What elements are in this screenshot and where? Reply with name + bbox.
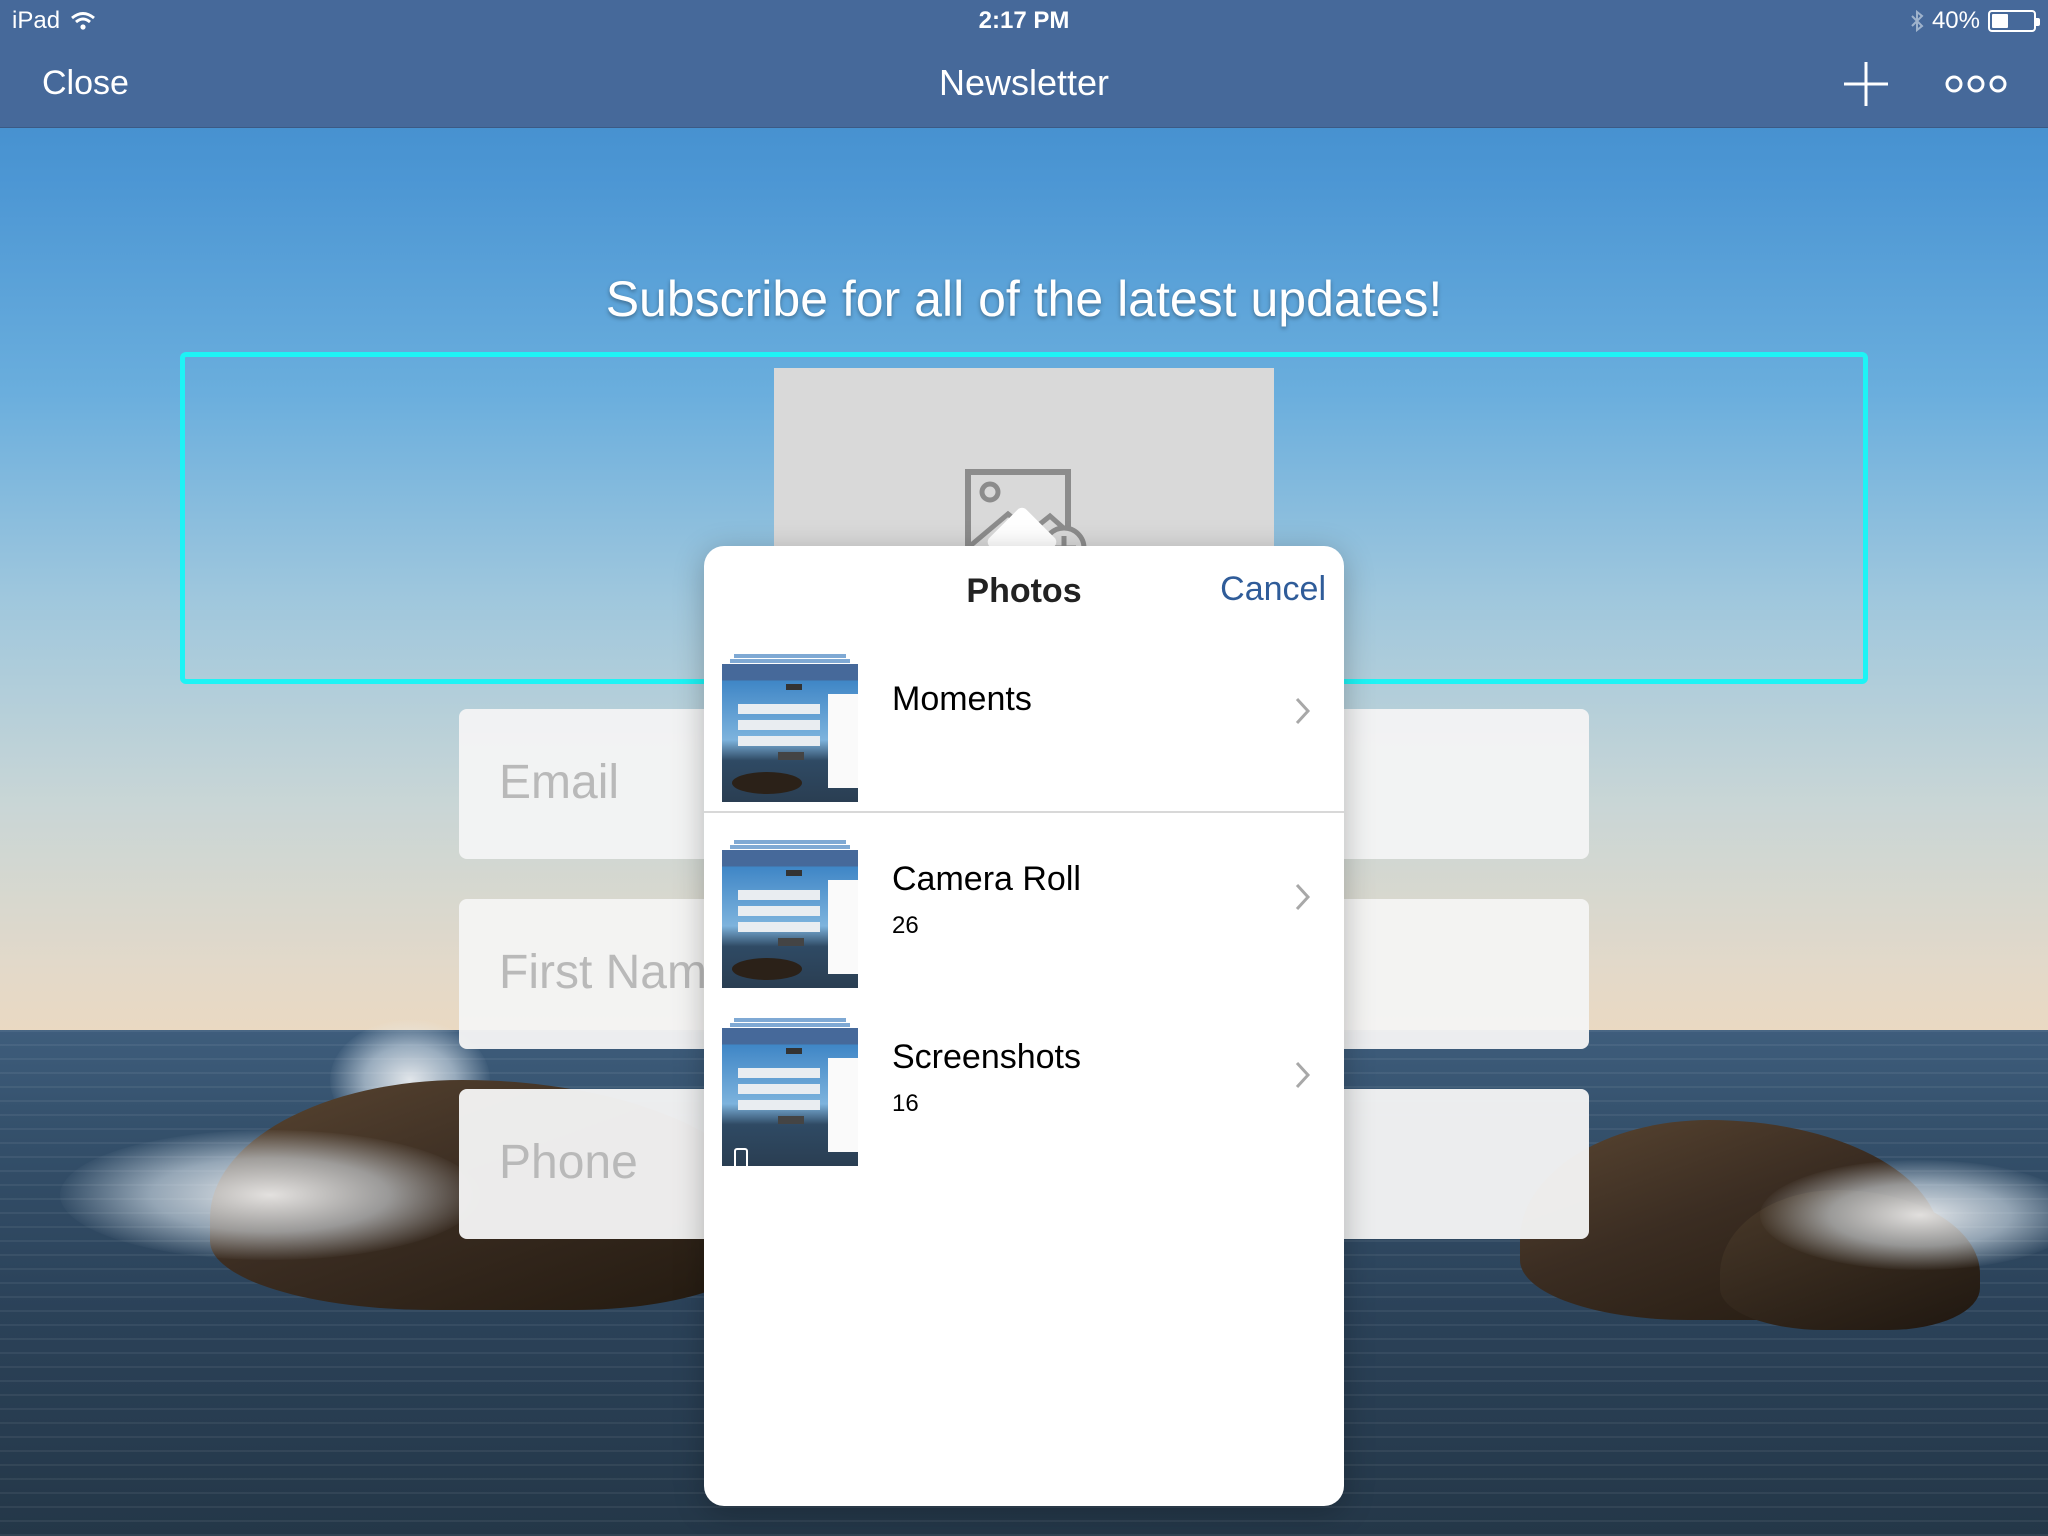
thumb-detail: [828, 1058, 858, 1152]
thumb-stack: [734, 654, 846, 658]
album-screenshots[interactable]: Screenshots 16: [704, 1004, 1344, 1184]
thumb-detail: [732, 772, 802, 794]
thumb-detail: [778, 752, 804, 760]
iphone-icon: [734, 1148, 748, 1166]
nav-title: Newsletter: [938, 62, 1110, 103]
plus-icon: [1844, 62, 1888, 106]
thumb-image: [722, 664, 858, 802]
more-button[interactable]: [1944, 66, 2008, 102]
wave-foam: [60, 1130, 480, 1260]
cancel-button[interactable]: Cancel: [1220, 570, 1326, 609]
album-name: Moments: [892, 680, 1032, 718]
nav-bar: Close Newsletter: [0, 40, 2048, 128]
album-thumbnail: [722, 1018, 858, 1166]
album-count: 16: [892, 1090, 919, 1117]
thumb-detail: [738, 1084, 820, 1094]
bluetooth-icon: [1911, 9, 1924, 33]
thumb-detail: [732, 958, 802, 980]
thumb-detail: [786, 684, 802, 690]
thumb-detail: [828, 694, 858, 788]
chevron-right-icon: [1295, 697, 1311, 725]
thumb-detail: [738, 736, 820, 746]
album-thumbnail: [722, 840, 858, 988]
thumb-detail: [738, 1068, 820, 1078]
chevron-right-icon: [1295, 883, 1311, 911]
battery-percent: 40%: [1931, 7, 1980, 34]
thumb-stack: [730, 659, 850, 663]
thumb-detail: [738, 1100, 820, 1110]
thumb-image: [722, 1028, 858, 1166]
battery-icon: [1988, 10, 2040, 32]
status-time: 2:17 PM: [978, 7, 1070, 34]
thumb-detail: [786, 870, 802, 876]
album-count: 26: [892, 912, 919, 939]
thumb-detail: [738, 890, 820, 900]
divider: [704, 811, 1344, 813]
page-headline: Subscribe for all of the latest updates!: [605, 271, 1443, 327]
thumb-stack: [730, 1023, 850, 1027]
thumb-detail: [778, 1116, 804, 1124]
thumb-image: [722, 850, 858, 988]
chevron-right-icon: [1295, 1061, 1311, 1089]
status-bar: iPad 2:17 PM 40%: [0, 0, 2048, 40]
thumb-stack: [734, 1018, 846, 1022]
album-name: Screenshots: [892, 1038, 1081, 1076]
add-button[interactable]: [1840, 58, 1892, 110]
thumb-detail: [738, 906, 820, 916]
thumb-detail: [786, 1048, 802, 1054]
album-thumbnail: [722, 654, 858, 802]
close-button[interactable]: Close: [42, 64, 129, 103]
thumb-detail: [778, 938, 804, 946]
thumb-detail: [828, 880, 858, 974]
album-camera-roll[interactable]: Camera Roll 26: [704, 826, 1344, 1006]
battery-level: [1992, 14, 2008, 28]
more-dots-icon: [1945, 75, 2007, 93]
status-right: 40%: [1910, 7, 2040, 35]
photos-popover: Photos Cancel Moments Camera Roll 26 Scr…: [704, 546, 1344, 1506]
thumb-stack: [730, 845, 850, 849]
thumb-detail: [738, 704, 820, 714]
album-name: Camera Roll: [892, 860, 1081, 898]
thumb-detail: [738, 922, 820, 932]
album-moments[interactable]: Moments: [704, 640, 1344, 820]
thumb-stack: [734, 840, 846, 844]
thumb-detail: [738, 720, 820, 730]
